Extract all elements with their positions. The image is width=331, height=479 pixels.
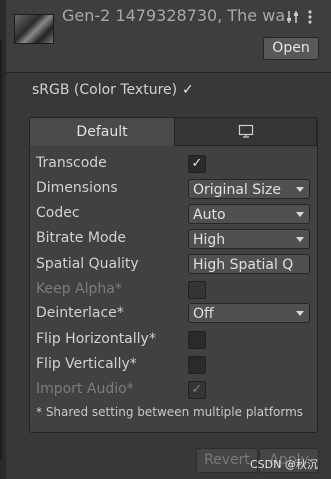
keep-alpha-label: Keep Alpha* bbox=[36, 281, 122, 297]
codec-label: Codec bbox=[36, 205, 80, 221]
video-thumbnail bbox=[14, 14, 54, 44]
shared-setting-note: * Shared setting between multiple platfo… bbox=[36, 405, 304, 419]
srgb-checkbox[interactable]: ✓ bbox=[182, 82, 194, 98]
settings-sliders-icon[interactable] bbox=[286, 10, 300, 24]
dimensions-dropdown[interactable]: Original Size bbox=[188, 179, 310, 199]
bitrate-mode-label: Bitrate Mode bbox=[36, 230, 127, 246]
codec-dropdown[interactable]: Auto bbox=[188, 204, 310, 224]
chevron-down-icon bbox=[296, 187, 304, 192]
open-button[interactable]: Open bbox=[263, 37, 319, 60]
flip-horizontally-checkbox[interactable] bbox=[188, 331, 206, 349]
bitrate-mode-dropdown[interactable]: High bbox=[188, 229, 310, 249]
flip-vertically-checkbox[interactable] bbox=[188, 356, 206, 374]
import-audio-checkbox: ✓ bbox=[188, 381, 206, 399]
monitor-icon bbox=[238, 124, 254, 138]
deinterlace-dropdown[interactable]: Off bbox=[188, 303, 310, 323]
flip-vertically-label: Flip Vertically* bbox=[36, 356, 137, 372]
revert-button[interactable]: Revert bbox=[196, 448, 258, 473]
chevron-down-icon bbox=[296, 311, 304, 316]
srgb-label: sRGB (Color Texture) bbox=[32, 82, 178, 98]
tab-default[interactable]: Default bbox=[29, 117, 175, 146]
deinterlace-label: Deinterlace* bbox=[36, 305, 124, 321]
transcode-checkbox[interactable]: ✓ bbox=[188, 155, 206, 173]
keep-alpha-checkbox bbox=[188, 281, 206, 299]
watermark: CSDN @秋沉 bbox=[250, 458, 318, 471]
spatial-quality-label: Spatial Quality bbox=[36, 256, 139, 272]
spatial-quality-dropdown[interactable]: High Spatial Q bbox=[188, 254, 310, 274]
flip-horizontally-label: Flip Horizontally* bbox=[36, 331, 156, 347]
asset-title: Gen-2 1479328730, The wa bbox=[62, 6, 286, 25]
more-menu-icon[interactable] bbox=[307, 10, 313, 24]
chevron-down-icon bbox=[296, 212, 304, 217]
chevron-down-icon bbox=[296, 237, 304, 242]
import-audio-label: Import Audio* bbox=[36, 381, 134, 397]
dimensions-label: Dimensions bbox=[36, 180, 118, 196]
transcode-label: Transcode bbox=[36, 155, 107, 171]
